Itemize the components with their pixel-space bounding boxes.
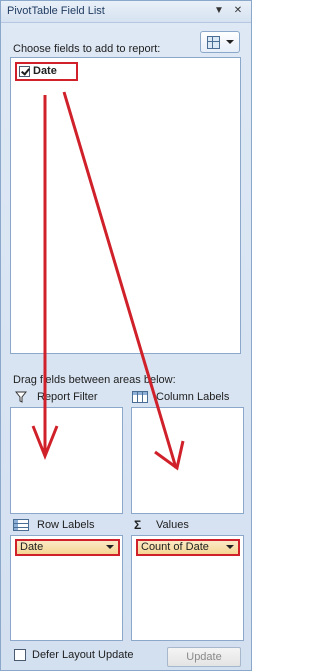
row-field-label: Date [20, 541, 44, 553]
defer-layout-update-checkbox[interactable] [14, 649, 26, 661]
column-labels-area[interactable] [131, 407, 244, 514]
column-labels-header: Column Labels [132, 390, 244, 406]
chevron-down-icon[interactable] [106, 545, 114, 549]
report-filter-label: Report Filter [37, 391, 98, 403]
column-labels-label: Column Labels [156, 391, 230, 403]
close-icon[interactable]: ✕ [231, 4, 245, 18]
pane-options-dropdown-icon[interactable]: ▼ [212, 4, 226, 18]
report-filter-header: Report Filter [13, 390, 123, 406]
row-labels-field-date[interactable]: Date [15, 539, 120, 556]
field-item-date[interactable]: Date [15, 62, 78, 81]
field-checkbox-date[interactable] [19, 66, 30, 77]
sigma-icon: Σ [134, 518, 142, 532]
drag-fields-label: Drag fields between areas below: [13, 374, 176, 386]
chevron-down-icon[interactable] [226, 545, 234, 549]
defer-layout-update-label: Defer Layout Update [32, 649, 134, 661]
column-labels-icon [132, 391, 148, 403]
row-labels-area[interactable]: Date [10, 535, 123, 641]
filter-icon [15, 391, 27, 403]
values-field-count-of-date[interactable]: Count of Date [136, 539, 240, 556]
pane-title-bar: PivotTable Field List ▼ ✕ [1, 1, 251, 23]
layout-grid-icon [207, 36, 220, 49]
row-labels-header: Row Labels [13, 518, 123, 534]
choose-fields-label: Choose fields to add to report: [13, 43, 161, 55]
pane-title: PivotTable Field List [7, 5, 105, 17]
field-list-box[interactable]: Date [10, 57, 241, 354]
values-header: Σ Values [132, 518, 244, 534]
report-filter-area[interactable] [10, 407, 123, 514]
row-labels-label: Row Labels [37, 519, 95, 531]
update-button[interactable]: Update [167, 647, 241, 667]
values-label: Values [156, 519, 189, 531]
field-list-layout-button[interactable] [200, 31, 240, 53]
values-area[interactable]: Count of Date [131, 535, 244, 641]
values-field-label: Count of Date [141, 541, 209, 553]
row-labels-icon [13, 519, 29, 531]
field-label: Date [33, 65, 57, 77]
chevron-down-icon [226, 40, 234, 44]
pivot-field-list-pane: PivotTable Field List ▼ ✕ Choose fields … [0, 0, 252, 671]
